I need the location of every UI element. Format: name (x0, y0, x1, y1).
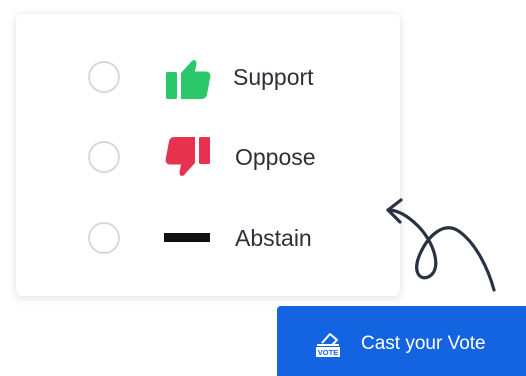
vote-card: Support Oppose Abstain (16, 14, 400, 296)
ballot-box-icon: VOTE (316, 333, 340, 357)
thumbs-up-icon (166, 60, 211, 99)
support-label: Support (233, 64, 314, 90)
oppose-radio[interactable] (88, 141, 120, 173)
option-abstain[interactable]: Abstain (16, 210, 400, 270)
cast-vote-button[interactable]: VOTE Cast your Vote (277, 306, 526, 376)
dash-icon (164, 233, 210, 242)
abstain-radio[interactable] (88, 222, 120, 254)
abstain-label: Abstain (235, 225, 312, 251)
oppose-label: Oppose (235, 144, 316, 170)
support-radio[interactable] (88, 61, 120, 93)
option-oppose[interactable]: Oppose (16, 129, 400, 189)
thumbs-down-icon (165, 137, 210, 176)
ballot-box-text: VOTE (318, 348, 338, 357)
cast-vote-label: Cast your Vote (361, 333, 486, 354)
option-support[interactable]: Support (16, 49, 400, 109)
